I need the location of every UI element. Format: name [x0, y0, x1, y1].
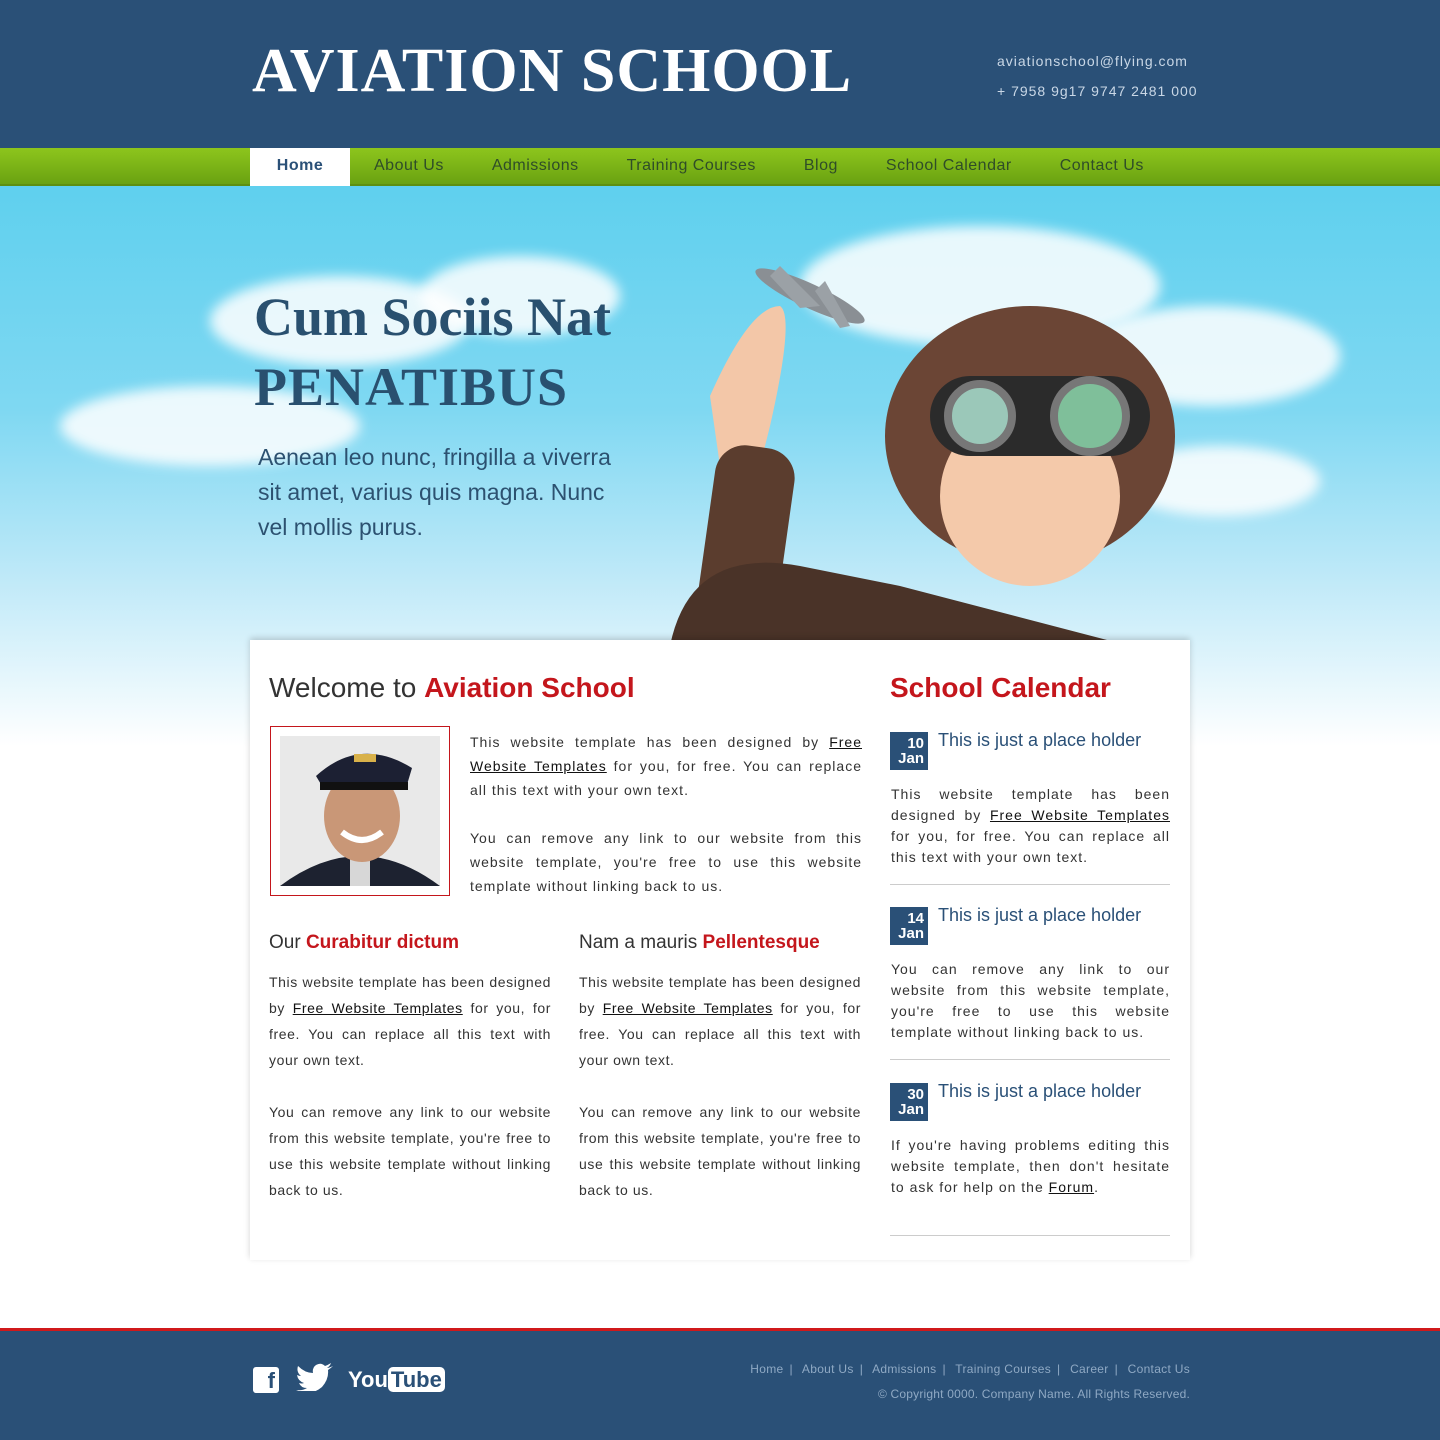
calendar-entry: 30 Jan This is just a place holder If yo…: [890, 1081, 1170, 1236]
goggles-icon: [930, 376, 1150, 456]
date-month: Jan: [898, 750, 924, 767]
calendar-entry-text: If you're having problems editing this w…: [891, 1135, 1170, 1198]
twitter-icon[interactable]: [296, 1363, 334, 1398]
site-logo[interactable]: AVIATION SCHOOL: [252, 36, 852, 106]
pilot-boy-illustration: [670, 266, 1175, 646]
youtube-tube-text: Tube: [387, 1367, 445, 1392]
footer-nav: Home | About Us | Admissions | Training Cou…: [750, 1362, 1190, 1376]
site-footer: f You Tube Home | About Us | Admissions | Tr…: [0, 1331, 1440, 1440]
nav-list: Home About Us Admissions Training Course…: [250, 148, 1168, 191]
calendar-entry: 10 Jan This is just a place holder This …: [890, 730, 1170, 885]
free-templates-link[interactable]: Free Website Templates: [990, 807, 1170, 823]
youtube-icon[interactable]: You Tube: [348, 1367, 445, 1393]
forum-link[interactable]: Forum: [1049, 1179, 1094, 1195]
column-1-heading: Our Curabitur dictum: [269, 932, 459, 954]
column-1-prefix: Our: [269, 932, 306, 953]
footer-link-contact-us[interactable]: Contact Us: [1128, 1362, 1190, 1376]
column-2-heading: Nam a mauris Pellentesque: [579, 932, 820, 954]
calendar-entry-heading[interactable]: This is just a place holder: [938, 905, 1141, 926]
nav-item-home[interactable]: Home: [250, 148, 350, 191]
welcome-paragraph-2: You can remove any link to our website f…: [470, 830, 862, 894]
date-day: 30: [907, 1086, 924, 1103]
date-day: 14: [907, 910, 924, 927]
header-contact: aviationschool@flying.com + 7958 9g17 97…: [997, 46, 1198, 106]
date-badge: 30 Jan: [890, 1083, 928, 1121]
calendar-title: School Calendar: [890, 672, 1111, 703]
welcome-heading: Welcome to Aviation School: [269, 672, 635, 704]
calendar-entry: 14 Jan This is just a place holder You c…: [890, 905, 1170, 1060]
footer-link-about-us[interactable]: About Us: [802, 1362, 854, 1376]
footer-link-career[interactable]: Career: [1070, 1362, 1108, 1376]
column-1-paragraph-2: You can remove any link to our website f…: [269, 1104, 551, 1198]
main-content: Welcome to Aviation School This website …: [250, 640, 1190, 1260]
calendar-text: If you're having problems editing this w…: [891, 1137, 1170, 1195]
twitter-bird-icon: [296, 1363, 333, 1393]
main-nav: Home About Us Admissions Training Course…: [0, 148, 1440, 191]
date-month: Jan: [898, 925, 924, 942]
column-2-prefix: Nam a mauris: [579, 932, 703, 953]
nav-item-blog[interactable]: Blog: [780, 148, 862, 186]
welcome-prefix: Welcome to: [269, 672, 425, 703]
hero-title-line2: PENATIBUS: [254, 357, 569, 417]
date-day: 10: [907, 735, 924, 752]
nav-item-school-calendar[interactable]: School Calendar: [862, 148, 1036, 186]
calendar-entry-heading[interactable]: This is just a place holder: [938, 730, 1141, 751]
date-badge: 14 Jan: [890, 907, 928, 945]
copyright-text: © Copyright 0000. Company Name. All Righ…: [877, 1387, 1190, 1401]
nav-item-training-courses[interactable]: Training Courses: [603, 148, 780, 186]
calendar-entry-text: You can remove any link to our website f…: [891, 961, 1170, 1040]
pilot-photo-frame: [270, 726, 450, 896]
youtube-you-text: You: [348, 1367, 388, 1392]
date-badge: 10 Jan: [890, 732, 928, 770]
column-2-paragraph-2: You can remove any link to our website f…: [579, 1104, 861, 1198]
nav-item-about-us[interactable]: About Us: [350, 148, 468, 186]
footer-link-home[interactable]: Home: [750, 1362, 783, 1376]
column-2-highlight: Pellentesque: [702, 932, 820, 953]
welcome-highlight: Aviation School: [424, 672, 635, 703]
pilot-photo: [280, 736, 440, 886]
welcome-text: This website template has been designed …: [470, 734, 830, 750]
calendar-text: for you, for free. You can replace all t…: [891, 828, 1170, 865]
contact-phone: + 7958 9g17 9747 2481 000: [997, 83, 1198, 99]
nav-item-contact-us[interactable]: Contact Us: [1036, 148, 1168, 186]
date-month: Jan: [898, 1101, 924, 1118]
welcome-paragraph-1: This website template has been designed …: [470, 730, 862, 802]
hero-text: Aenean leo nunc, fringilla a viverra sit…: [258, 444, 611, 540]
column-2-paragraph-1: This website template has been designed …: [579, 969, 861, 1073]
contact-email[interactable]: aviationschool@flying.com: [997, 46, 1198, 76]
free-templates-link[interactable]: Free Website Templates: [603, 1000, 773, 1016]
calendar-text: .: [1094, 1179, 1099, 1195]
hero-title-line1: Cum Sociis Nat: [254, 287, 612, 347]
column-1-paragraph-1: This website template has been designed …: [269, 969, 551, 1073]
footer-link-training-courses[interactable]: Training Courses: [955, 1362, 1051, 1376]
free-templates-link[interactable]: Free Website Templates: [293, 1000, 463, 1016]
footer-link-admissions[interactable]: Admissions: [872, 1362, 936, 1376]
site-header: AVIATION SCHOOL aviationschool@flying.co…: [0, 0, 1440, 148]
calendar-entry-text: This website template has been designed …: [891, 784, 1170, 868]
facebook-icon[interactable]: f: [253, 1367, 279, 1393]
column-1-highlight: Curabitur dictum: [305, 932, 460, 953]
calendar-entry-heading[interactable]: This is just a place holder: [938, 1081, 1141, 1102]
nav-item-admissions[interactable]: Admissions: [468, 148, 603, 186]
